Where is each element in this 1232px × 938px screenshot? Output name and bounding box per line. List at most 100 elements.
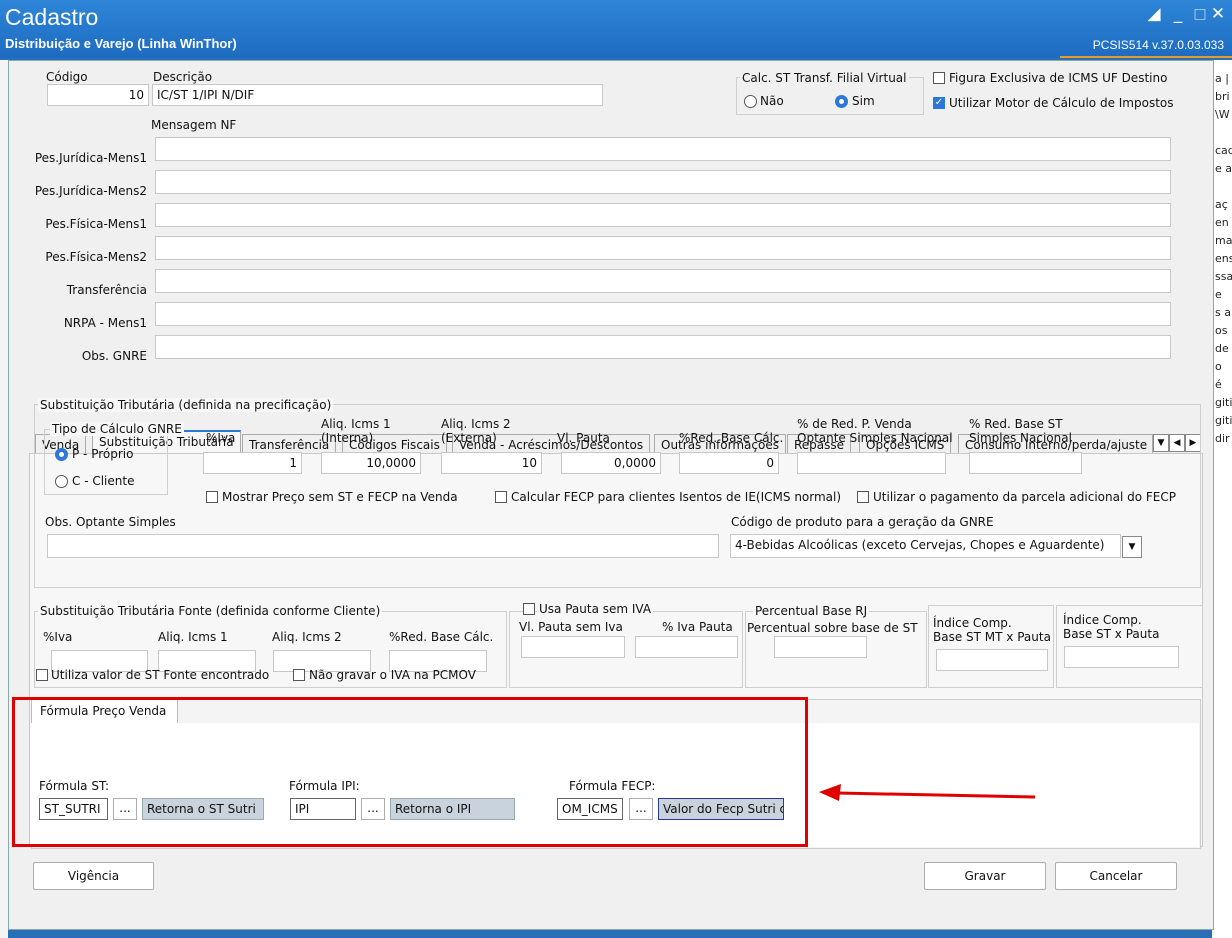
usa-pauta-checkbox[interactable] — [523, 603, 535, 615]
background-text: s a — [1215, 306, 1231, 319]
radio-nao[interactable] — [744, 95, 757, 108]
background-text: bri — [1215, 90, 1230, 103]
minimize-icon[interactable]: _ — [1166, 4, 1190, 24]
mensagem-field[interactable] — [155, 269, 1171, 293]
aliq1-label: Aliq. Icms 1 — [321, 417, 391, 431]
aliq1-sublabel: (Interna) — [321, 431, 374, 445]
fonte-iva-label: %Iva — [43, 630, 73, 644]
redst-label: % Red. Base ST — [969, 417, 1063, 431]
arrow-icon — [819, 784, 1036, 801]
formula-fecp-field[interactable]: OM_ICMS — [557, 798, 623, 820]
mostrar-preco-checkbox[interactable] — [206, 491, 218, 503]
figura-exclusiva-checkbox[interactable] — [933, 72, 945, 84]
background-text: dir — [1215, 432, 1230, 445]
indice-field[interactable] — [1064, 646, 1179, 668]
redbase-field[interactable]: 0 — [679, 452, 779, 474]
vigencia-button[interactable]: Vigência — [33, 862, 154, 890]
utilizar-pagamento-checkbox[interactable] — [857, 491, 869, 503]
percentual-field[interactable] — [774, 636, 867, 658]
redst-sublabel: Simples Nacional — [969, 431, 1072, 445]
window-subtitle: Distribuição e Varejo (Linha WinThor) — [5, 36, 237, 51]
indice-mt-field[interactable] — [936, 649, 1048, 671]
formula-st-description: Retorna o ST Sutri — [142, 798, 264, 820]
codigo-label: Código — [46, 70, 88, 84]
descricao-field[interactable]: IC/ST 1/IPI N/DIF — [152, 84, 603, 106]
accent-line — [1060, 56, 1232, 58]
radio-proprio[interactable] — [55, 448, 68, 461]
calcular-fecp-label: Calcular FECP para clientes Isentos de I… — [511, 490, 842, 504]
radio-sim-label: Sim — [852, 94, 875, 108]
formula-ipi-description: Retorna o IPI — [390, 798, 515, 820]
mensagem-label: Pes.Física-Mens1 — [45, 217, 147, 231]
utiliza-valor-checkbox[interactable] — [36, 669, 48, 681]
aliq2-sublabel: (Externa) — [441, 431, 497, 445]
title-bar: Cadastro Distribuição e Varejo (Linha Wi… — [0, 0, 1232, 58]
vl-pauta-field[interactable] — [521, 636, 625, 658]
nao-gravar-checkbox[interactable] — [293, 669, 305, 681]
formula-fecp-label: Fórmula FECP: — [569, 779, 656, 793]
radio-nao-label: Não — [760, 94, 784, 108]
fonte-redbase-label: %Red. Base Cálc. — [389, 630, 494, 644]
background-text: a | — [1215, 72, 1229, 85]
iva-field[interactable]: 1 — [203, 452, 302, 474]
close-icon[interactable]: ✕ — [1206, 4, 1230, 24]
tab-formula-preco-venda[interactable]: Fórmula Preço Venda — [31, 699, 178, 723]
formula-st-lookup-button[interactable]: ... — [113, 798, 137, 820]
window-title: Cadastro — [5, 4, 99, 30]
background-text: de — [1215, 342, 1229, 355]
redvenda-field[interactable] — [797, 452, 946, 474]
indice-mt-sublabel: Base ST MT x Pauta — [933, 630, 1051, 644]
obs-optante-field[interactable] — [47, 534, 719, 558]
formula-ipi-field[interactable]: IPI — [290, 798, 356, 820]
formula-fecp-description: Valor do Fecp Sutri c — [658, 798, 784, 820]
figura-exclusiva-label: Figura Exclusiva de ICMS UF Destino — [949, 71, 1168, 85]
mensagem-label: Pes.Jurídica-Mens1 — [34, 151, 147, 165]
utilizar-motor-label: Utilizar Motor de Cálculo de Impostos — [949, 96, 1174, 110]
mensagem-field[interactable] — [155, 170, 1171, 194]
radio-cliente[interactable] — [55, 475, 68, 488]
mensagem-label: Pes.Física-Mens2 — [45, 250, 147, 264]
mensagem-label: Transferência — [66, 283, 147, 297]
formula-st-field[interactable]: ST_SUTRI — [39, 798, 108, 820]
mensagem-field[interactable] — [155, 137, 1171, 161]
background-text: os — [1215, 324, 1228, 337]
gravar-button[interactable]: Gravar — [924, 862, 1046, 890]
cancelar-button[interactable]: Cancelar — [1055, 862, 1177, 890]
percentual-label: Percentual sobre base de ST — [747, 621, 918, 635]
codigo-produto-select[interactable]: 4-Bebidas Alcoólicas (exceto Cervejas, C… — [730, 534, 1121, 558]
background-text: cad — [1215, 144, 1232, 157]
st-group-title: Substituição Tributária (definida na pre… — [38, 398, 334, 412]
background-text: e — [1215, 288, 1222, 301]
codigo-field[interactable]: 10 — [47, 84, 149, 106]
radio-sim[interactable] — [835, 95, 848, 108]
calc-st-label: Calc. ST Transf. Filial Virtual — [740, 71, 909, 85]
radio-cliente-label: C - Cliente — [72, 474, 135, 488]
chevron-down-icon[interactable]: ▼ — [1122, 536, 1142, 558]
mensagem-field[interactable] — [155, 236, 1171, 260]
codigo-produto-label: Código de produto para a geração da GNRE — [731, 515, 994, 529]
formula-st-label: Fórmula ST: — [39, 779, 110, 793]
formula-ipi-lookup-button[interactable]: ... — [361, 798, 385, 820]
pauta-field[interactable]: 0,0000 — [561, 452, 661, 474]
background-text: giti — [1215, 414, 1232, 427]
calcular-fecp-checkbox[interactable] — [495, 491, 507, 503]
obs-optante-label: Obs. Optante Simples — [45, 515, 176, 529]
mensagem-field[interactable] — [155, 203, 1171, 227]
indice-mt-label: Índice Comp. — [933, 616, 1012, 630]
st-fonte-title: Substituição Tributária Fonte (definida … — [38, 604, 383, 618]
mensagem-field[interactable] — [155, 302, 1171, 326]
iva-pauta-field[interactable] — [635, 636, 738, 658]
aliq1-field[interactable]: 10,0000 — [321, 452, 421, 474]
utilizar-motor-checkbox[interactable]: ✓ — [933, 97, 945, 109]
restore-icon[interactable]: ◢ — [1142, 4, 1166, 24]
radio-proprio-label: P - Próprio — [72, 447, 134, 461]
background-text: giti — [1215, 396, 1232, 409]
fonte-aliq2-label: Aliq. Icms 2 — [272, 630, 342, 644]
redst-field[interactable] — [969, 452, 1082, 474]
redbase-label: %Red. Base Cálc. — [679, 431, 784, 445]
aliq2-label: Aliq. Icms 2 — [441, 417, 511, 431]
mensagem-field[interactable] — [155, 335, 1171, 359]
formula-fecp-lookup-button[interactable]: ... — [629, 798, 653, 820]
background-text: ma — [1215, 234, 1232, 247]
aliq2-field[interactable]: 10 — [441, 452, 542, 474]
